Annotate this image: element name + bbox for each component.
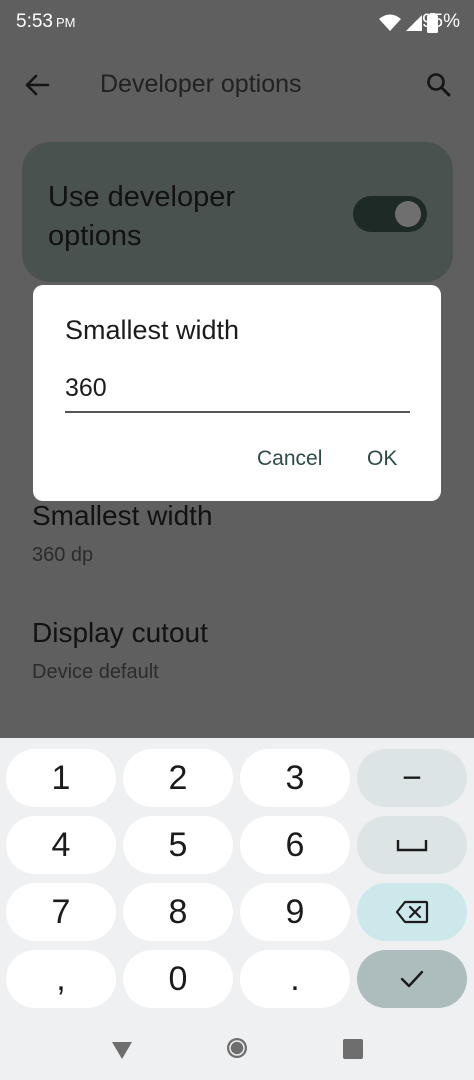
backspace-icon bbox=[395, 900, 429, 924]
key-4[interactable]: 4 bbox=[6, 816, 116, 874]
system-nav-bar bbox=[0, 1020, 474, 1080]
app-bar: Developer options bbox=[0, 48, 474, 122]
key-minus[interactable]: − bbox=[357, 749, 467, 807]
nav-back-icon[interactable] bbox=[110, 1038, 134, 1062]
ok-button[interactable]: OK bbox=[367, 447, 397, 471]
switch-thumb bbox=[395, 201, 421, 227]
smallest-width-dialog: Smallest width Cancel OK bbox=[33, 285, 441, 501]
key-9[interactable]: 9 bbox=[240, 883, 350, 941]
status-time-value: 5:53 bbox=[16, 11, 53, 32]
back-button[interactable] bbox=[20, 68, 54, 102]
numeric-keyboard: 1 2 3 − 4 5 6 7 8 9 , 0 . bbox=[0, 738, 474, 1020]
key-5[interactable]: 5 bbox=[123, 816, 233, 874]
nav-home-icon[interactable] bbox=[225, 1036, 249, 1060]
wifi-icon bbox=[379, 14, 401, 31]
key-1[interactable]: 1 bbox=[6, 749, 116, 807]
dialog-input-underline bbox=[65, 369, 410, 413]
key-8[interactable]: 8 bbox=[123, 883, 233, 941]
battery-percent: 95% bbox=[421, 11, 460, 32]
use-developer-options-card[interactable]: Use developer options bbox=[22, 142, 453, 282]
key-3[interactable]: 3 bbox=[240, 749, 350, 807]
key-done[interactable] bbox=[357, 950, 467, 1008]
key-comma[interactable]: , bbox=[6, 950, 116, 1008]
back-arrow-icon bbox=[25, 74, 50, 96]
key-0[interactable]: 0 bbox=[123, 950, 233, 1008]
setting-smallest-width[interactable]: Smallest width 360 dp bbox=[32, 500, 442, 567]
status-time: 5:53 PM bbox=[16, 11, 75, 33]
page-title: Developer options bbox=[100, 70, 302, 98]
setting-summary: Device default bbox=[32, 661, 159, 683]
setting-summary: 360 dp bbox=[32, 544, 94, 566]
search-icon bbox=[427, 73, 451, 97]
status-bar: 5:53 PM 95% bbox=[0, 0, 474, 48]
search-button[interactable] bbox=[422, 68, 456, 102]
status-time-ampm: PM bbox=[55, 15, 76, 30]
cellular-signal-icon bbox=[406, 15, 422, 31]
dialog-title: Smallest width bbox=[65, 315, 240, 345]
key-7[interactable]: 7 bbox=[6, 883, 116, 941]
setting-title: Smallest width bbox=[32, 500, 213, 531]
developer-options-switch[interactable] bbox=[353, 196, 427, 232]
setting-title: Display cutout bbox=[32, 617, 208, 648]
key-period[interactable]: . bbox=[240, 950, 350, 1008]
cancel-button[interactable]: Cancel bbox=[257, 447, 322, 471]
key-space[interactable] bbox=[357, 816, 467, 874]
setting-display-cutout[interactable]: Display cutout Device default bbox=[32, 617, 442, 684]
space-icon bbox=[396, 840, 428, 852]
nav-recents-icon[interactable] bbox=[342, 1038, 364, 1060]
key-2[interactable]: 2 bbox=[123, 749, 233, 807]
key-backspace[interactable] bbox=[357, 883, 467, 941]
use-developer-options-label: Use developer options bbox=[48, 181, 235, 252]
smallest-width-input[interactable] bbox=[65, 369, 410, 407]
done-check-icon bbox=[400, 970, 424, 988]
key-6[interactable]: 6 bbox=[240, 816, 350, 874]
